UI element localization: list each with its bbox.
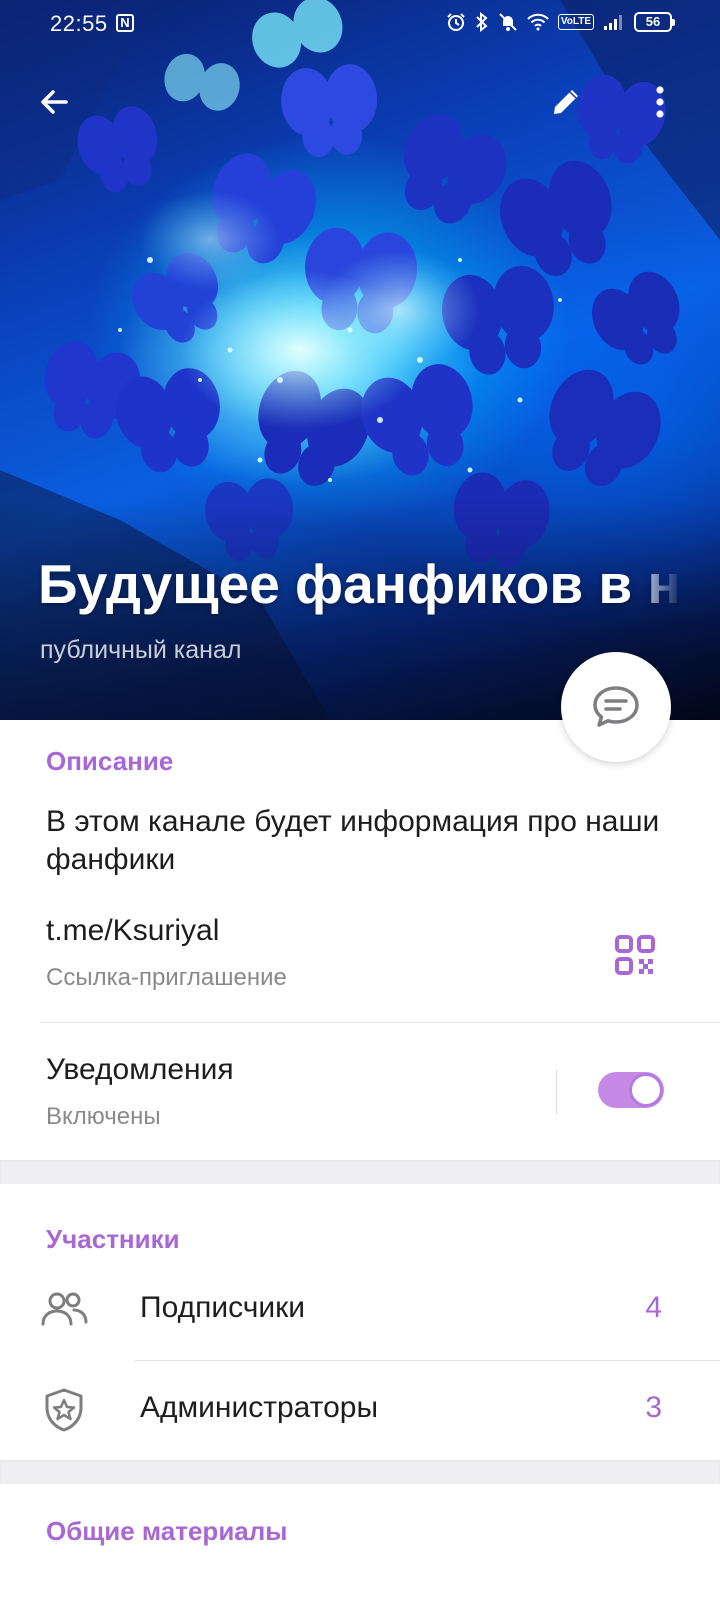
description-header: Описание	[46, 746, 174, 776]
chat-bubble-icon	[593, 686, 639, 727]
more-vertical-icon	[656, 86, 664, 118]
notifications-label: Уведомления	[46, 1053, 234, 1086]
qr-code-icon	[615, 935, 655, 975]
divider	[134, 1360, 720, 1361]
shield-star-icon	[40, 1386, 88, 1434]
alarm-icon	[447, 13, 465, 31]
section-gap	[0, 1460, 720, 1484]
more-menu-button[interactable]	[636, 78, 684, 126]
toggle-knob	[629, 1073, 663, 1107]
status-bar: 22:55 N VoLTE 56	[0, 0, 720, 48]
back-button[interactable]	[30, 78, 78, 126]
notifications-status: Включены	[46, 1103, 161, 1130]
discussion-button[interactable]	[561, 652, 671, 762]
bluetooth-icon	[476, 12, 488, 32]
wifi-icon	[527, 13, 549, 31]
administrators-label: Администраторы	[140, 1391, 379, 1424]
qr-code-button[interactable]	[612, 932, 658, 978]
invite-link[interactable]: t.me/Ksuriyal	[46, 914, 219, 948]
shared-media-section: Общие материалы	[0, 1484, 720, 1600]
nfc-icon: N	[116, 14, 134, 32]
invite-link-caption: Ссылка-приглашение	[46, 964, 287, 991]
subscribers-row[interactable]: Подписчики 4	[0, 1264, 720, 1354]
volte-icon: VoLTE	[557, 14, 594, 30]
channel-title: Будущее фанфиков в н	[38, 553, 681, 615]
notifications-separator	[556, 1070, 557, 1114]
administrators-row[interactable]: Администраторы 3	[0, 1364, 720, 1454]
members-header: Участники	[46, 1224, 180, 1254]
signal-icon	[604, 15, 622, 30]
status-icons: VoLTE 56	[446, 12, 675, 32]
subscribers-count: 4	[645, 1291, 662, 1324]
info-section: Описание В этом канале будет информация …	[0, 720, 720, 1160]
subscribers-label: Подписчики	[140, 1291, 306, 1324]
divider	[40, 1022, 720, 1023]
people-icon	[40, 1286, 88, 1334]
administrators-count: 3	[645, 1391, 662, 1424]
section-gap	[0, 1160, 720, 1184]
pencil-icon	[554, 90, 578, 114]
status-time: 22:55	[50, 11, 108, 36]
bell-muted-icon	[499, 13, 517, 31]
channel-description: В этом канале будет информация про наши …	[46, 805, 660, 876]
edit-button[interactable]	[542, 78, 590, 126]
battery-icon: 56	[634, 12, 675, 32]
channel-type: публичный канал	[40, 636, 242, 664]
back-arrow-icon	[41, 90, 68, 114]
shared-media-header: Общие материалы	[46, 1516, 288, 1546]
members-section: Участники Подписчики 4 Администраторы 3	[0, 1184, 720, 1460]
notifications-toggle[interactable]	[598, 1072, 664, 1108]
